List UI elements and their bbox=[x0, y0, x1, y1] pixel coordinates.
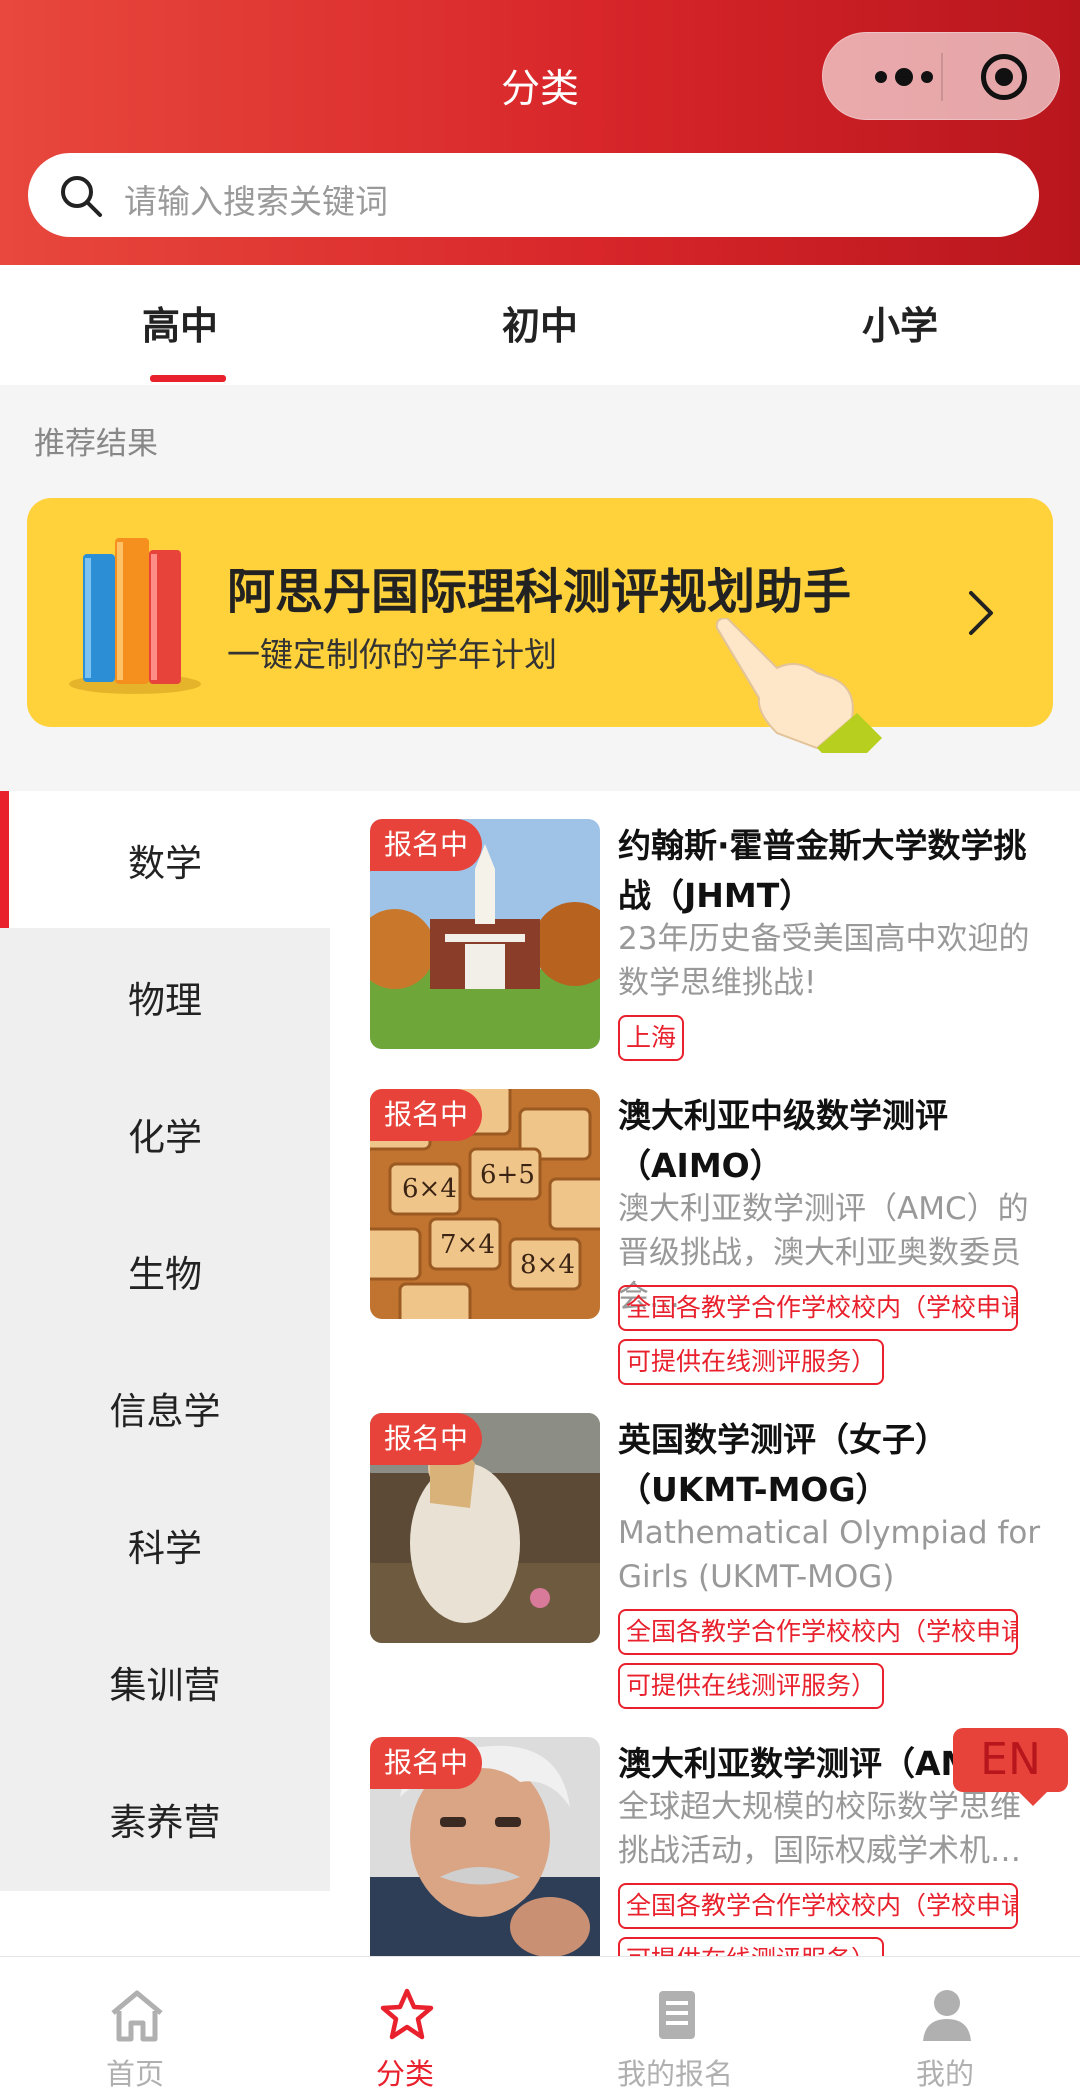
sidebar-footer-space bbox=[0, 1891, 330, 1956]
card-description: 全球超大规模的校际数学思维挑战活动，国际权威学术机… bbox=[618, 1789, 1021, 1869]
card-title: 澳大利亚中级数学测评（AIMO） bbox=[618, 1096, 948, 1185]
online-service-tag: 可提供在线测评服务） bbox=[618, 1663, 885, 1709]
sidebar-item-math[interactable]: 数学 bbox=[0, 791, 330, 928]
list-item[interactable]: 报名中 约翰斯·霍普金斯大学数学挑战（JHMT） 23年历史备受美国高中欢迎的数… bbox=[370, 819, 1060, 1061]
sidebar-item-informatics[interactable]: 信息学 bbox=[0, 1339, 330, 1476]
online-service-tag: 可提供在线测评服务） bbox=[618, 1339, 885, 1385]
list-item[interactable]: 报名中 英国数学测评（女子）（UKMT-MOG） Mathematical Ol… bbox=[370, 1413, 1060, 1713]
status-badge: 报名中 bbox=[370, 1413, 483, 1465]
tab-middle-school[interactable]: 初中 bbox=[440, 295, 640, 350]
location-tag: 全国各教学合作学校校内（学校申请 bbox=[618, 1285, 1018, 1331]
chevron-right-icon[interactable] bbox=[951, 583, 1011, 643]
sidebar-item-training-camp[interactable]: 集训营 bbox=[0, 1613, 330, 1750]
level-tabs: 高中 初中 小学 bbox=[0, 265, 1080, 385]
books-icon bbox=[69, 538, 201, 694]
location-tag: 上海 bbox=[618, 1015, 685, 1061]
nav-label: 首页 bbox=[105, 2057, 164, 2091]
card-image: 6×4 6+5 7×4 8×4 报名中 bbox=[370, 1089, 600, 1319]
card-description: Mathematical Olympiad for Girls (UKMT-MO… bbox=[618, 1515, 1041, 1595]
nav-home[interactable]: 首页 bbox=[0, 1957, 270, 2099]
svg-text:7×4: 7×4 bbox=[440, 1230, 495, 1260]
nav-label: 我的 bbox=[915, 2057, 974, 2091]
pointing-hand-icon bbox=[715, 618, 882, 753]
location-tag: 全国各教学合作学校校内（学校申请 bbox=[618, 1609, 1018, 1655]
svg-text:6×4: 6×4 bbox=[402, 1174, 457, 1204]
list-item[interactable]: 6×4 6+5 7×4 8×4 报名中 澳大利亚中级数学测评（AIMO） 澳大利… bbox=[370, 1089, 1060, 1389]
home-icon bbox=[111, 1990, 163, 2042]
document-icon bbox=[659, 1991, 695, 2039]
card-image: 报名中 bbox=[370, 819, 600, 1049]
user-icon bbox=[923, 1990, 971, 2041]
star-icon bbox=[380, 1988, 434, 2040]
sidebar-item-quality-camp[interactable]: 素养营 bbox=[0, 1750, 330, 1887]
more-icon[interactable] bbox=[859, 59, 949, 95]
recommend-heading: 推荐结果 bbox=[34, 426, 158, 462]
location-tag: 全国各教学合作学校校内（学校申请 bbox=[618, 1883, 1018, 1929]
planner-banner[interactable]: 阿思丹国际理科测评规划助手 一键定制你的学年计划 bbox=[27, 498, 1053, 753]
card-title: 约翰斯·霍普金斯大学数学挑战（JHMT） bbox=[618, 826, 1027, 915]
tab-high-school[interactable]: 高中 bbox=[80, 295, 280, 382]
status-badge: 报名中 bbox=[370, 819, 483, 871]
online-service-tag: 可提供在线测评服务） bbox=[618, 1937, 885, 1956]
search-input[interactable]: 请输入搜索关键词 bbox=[124, 175, 388, 223]
close-target-icon[interactable] bbox=[981, 54, 1027, 100]
nav-category[interactable]: 分类 bbox=[270, 1957, 540, 2099]
banner-title: 阿思丹国际理科测评规划助手 bbox=[227, 564, 852, 620]
banner-subtitle: 一键定制你的学年计划 bbox=[227, 635, 557, 674]
card-description: 23年历史备受美国高中欢迎的数学思维挑战! bbox=[618, 921, 1030, 1001]
header: 分类 请输入搜索关键词 bbox=[0, 0, 1080, 265]
tab-primary-school[interactable]: 小学 bbox=[800, 295, 1000, 350]
capsule-divider bbox=[941, 53, 943, 101]
nav-my-registrations[interactable]: 我的报名 bbox=[540, 1957, 810, 2099]
subject-sidebar: 数学 物理 化学 生物 信息学 科学 集训营 素养营 bbox=[0, 791, 330, 1891]
search-icon bbox=[61, 176, 102, 217]
svg-text:6+5: 6+5 bbox=[480, 1160, 535, 1190]
search-bar[interactable]: 请输入搜索关键词 bbox=[28, 153, 1039, 237]
status-badge: 报名中 bbox=[370, 1737, 483, 1789]
nav-label: 我的报名 bbox=[616, 2057, 733, 2091]
status-badge: 报名中 bbox=[370, 1089, 483, 1141]
language-switch-button[interactable]: EN bbox=[953, 1728, 1068, 1806]
svg-text:8×4: 8×4 bbox=[520, 1250, 575, 1280]
nav-profile[interactable]: 我的 bbox=[810, 1957, 1080, 2099]
mini-program-capsule bbox=[822, 32, 1060, 120]
sidebar-item-physics[interactable]: 物理 bbox=[0, 928, 330, 1065]
sidebar-item-science[interactable]: 科学 bbox=[0, 1476, 330, 1613]
bottom-nav: 首页 分类 我的报名 我的 bbox=[0, 1956, 1080, 2099]
card-image: 报名中 bbox=[370, 1413, 600, 1643]
nav-label: 分类 bbox=[375, 2057, 434, 2091]
sidebar-item-biology[interactable]: 生物 bbox=[0, 1202, 330, 1339]
sidebar-item-chemistry[interactable]: 化学 bbox=[0, 1065, 330, 1202]
card-image: 报名中 bbox=[370, 1737, 600, 1956]
card-title: 英国数学测评（女子）（UKMT-MOG） bbox=[618, 1420, 948, 1509]
